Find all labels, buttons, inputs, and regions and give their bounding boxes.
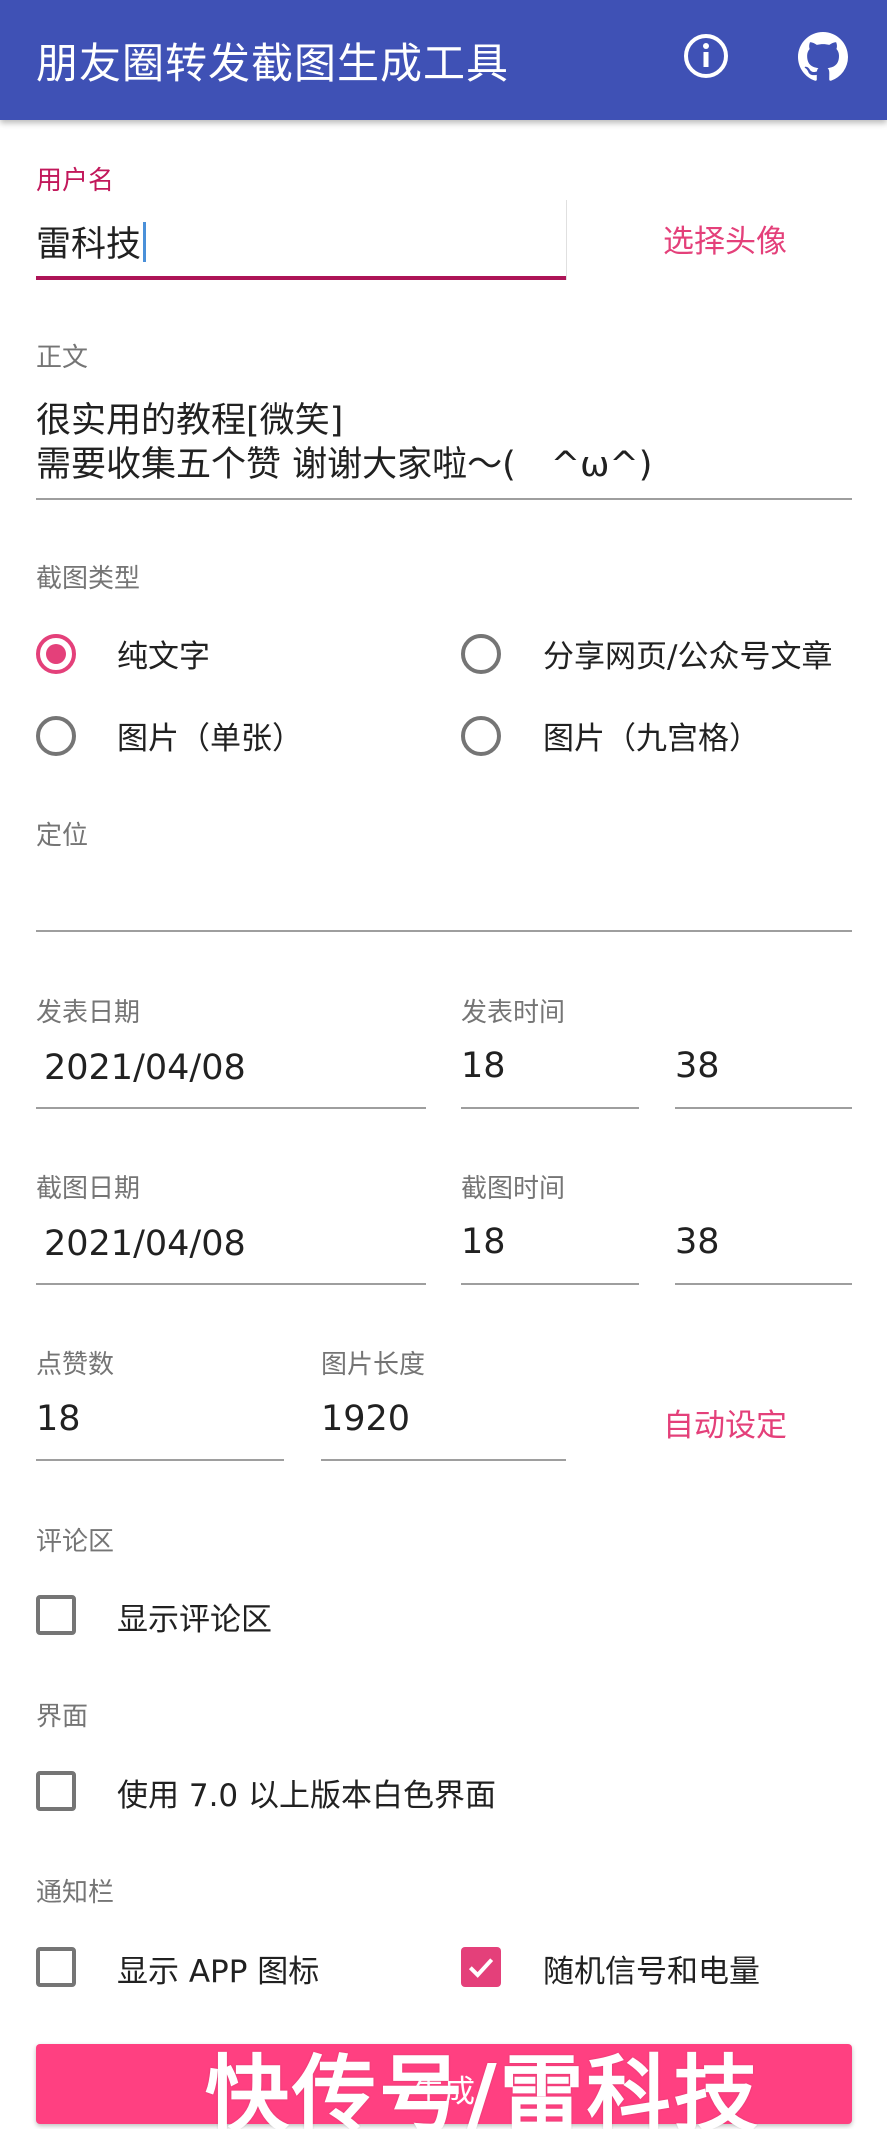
publish-date-label: 发表日期 — [36, 998, 141, 1028]
body-underline — [36, 498, 852, 500]
publish-date-field[interactable]: 2021/04/08 — [44, 1048, 246, 1088]
username-value: 雷科技 — [36, 225, 142, 265]
checkbox-show-app-icon-label[interactable]: 显示 APP 图标 — [117, 1946, 319, 1991]
publish-hour-underline — [461, 1107, 639, 1109]
github-icon[interactable] — [798, 32, 848, 81]
checkbox-show-comments[interactable] — [36, 1595, 76, 1635]
image-length-underline — [321, 1459, 566, 1461]
location-label: 定位 — [36, 821, 89, 851]
image-length-label: 图片长度 — [321, 1350, 426, 1380]
likes-field[interactable]: 18 — [36, 1399, 81, 1439]
checkbox-white-ui-label[interactable]: 使用 7.0 以上版本白色界面 — [117, 1770, 496, 1815]
publish-time-label: 发表时间 — [461, 998, 566, 1028]
publish-minute-underline — [675, 1107, 852, 1109]
radio-single-image[interactable] — [36, 716, 76, 756]
body-input[interactable]: 很实用的教程[微笑] 需要收集五个赞 谢谢大家啦～( ^ω^) — [36, 388, 852, 498]
capture-hour-underline — [461, 1283, 639, 1285]
likes-label: 点赞数 — [36, 1350, 115, 1380]
capture-minute-field[interactable]: 38 — [675, 1222, 720, 1262]
screenshot-type-label: 截图类型 — [36, 564, 141, 594]
capture-hour-field[interactable]: 18 — [461, 1222, 506, 1262]
radio-nine-grid[interactable] — [461, 716, 501, 756]
likes-underline — [36, 1459, 284, 1461]
body-label: 正文 — [36, 343, 89, 373]
capture-date-underline — [36, 1283, 426, 1285]
choose-avatar-button[interactable]: 选择头像 — [663, 216, 787, 261]
username-input[interactable]: 雷科技 — [36, 200, 566, 282]
info-icon[interactable] — [682, 32, 730, 80]
comments-section-label: 评论区 — [36, 1527, 115, 1557]
checkbox-show-app-icon[interactable] — [36, 1947, 76, 1987]
username-label: 用户名 — [36, 166, 115, 196]
checkbox-random-signal-label[interactable]: 随机信号和电量 — [543, 1946, 760, 1991]
image-length-field[interactable]: 1920 — [321, 1399, 410, 1439]
ui-section-label: 界面 — [36, 1702, 89, 1732]
auto-set-button[interactable]: 自动设定 — [663, 1400, 787, 1445]
checkbox-white-ui[interactable] — [36, 1771, 76, 1811]
radio-single-image-label[interactable]: 图片（单张） — [117, 713, 303, 758]
capture-date-label: 截图日期 — [36, 1174, 141, 1204]
capture-minute-underline — [675, 1283, 852, 1285]
radio-nine-grid-label[interactable]: 图片（九宫格） — [543, 713, 760, 758]
field-divider — [566, 200, 567, 280]
app-bar: 朋友圈转发截图生成工具 — [0, 0, 887, 120]
location-input[interactable] — [36, 860, 852, 930]
radio-text-only-label[interactable]: 纯文字 — [117, 631, 210, 676]
statusbar-section-label: 通知栏 — [36, 1878, 115, 1908]
radio-text-only[interactable] — [36, 634, 76, 674]
text-cursor — [143, 222, 147, 262]
check-icon — [468, 1958, 494, 1978]
body-line-2: 需要收集五个赞 谢谢大家啦～( ^ω^) — [36, 445, 653, 485]
checkbox-random-signal[interactable] — [461, 1947, 501, 1987]
publish-minute-field[interactable]: 38 — [675, 1046, 720, 1086]
username-underline — [36, 276, 566, 280]
location-underline — [36, 930, 852, 932]
capture-date-field[interactable]: 2021/04/08 — [44, 1224, 246, 1264]
watermark-text: 快传号/雷科技 — [205, 2046, 761, 2129]
app-title: 朋友圈转发截图生成工具 — [36, 39, 510, 88]
publish-hour-field[interactable]: 18 — [461, 1046, 506, 1086]
capture-time-label: 截图时间 — [461, 1174, 566, 1204]
publish-date-underline — [36, 1107, 426, 1109]
radio-share-article[interactable] — [461, 634, 501, 674]
checkbox-show-comments-label[interactable]: 显示评论区 — [117, 1594, 272, 1639]
radio-share-article-label[interactable]: 分享网页/公众号文章 — [543, 631, 832, 676]
